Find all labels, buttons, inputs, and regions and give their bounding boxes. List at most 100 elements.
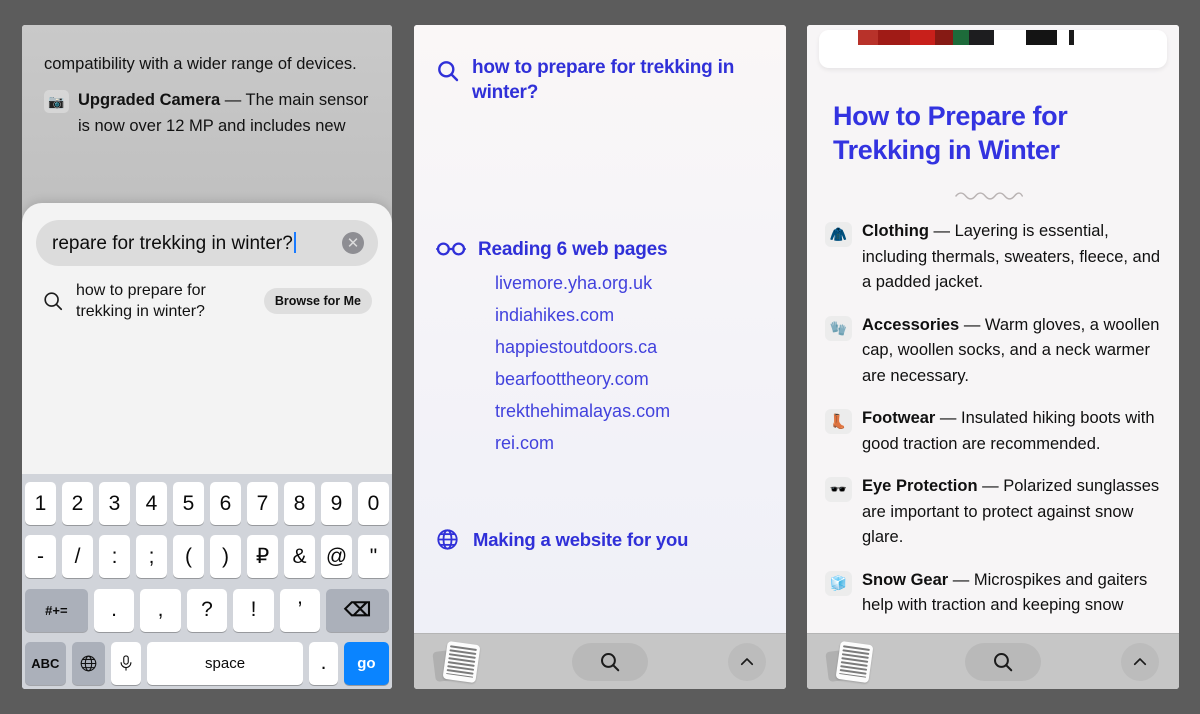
article-list: 🧥 Clothing — Layering is essential, incl… bbox=[807, 219, 1179, 619]
list-item-dash: — bbox=[959, 315, 985, 334]
onscreen-keyboard: 1 2 3 4 5 6 7 8 9 0 - / : ; ( ) ₽ & @ " … bbox=[22, 474, 392, 689]
key-apostrophe[interactable]: ’ bbox=[279, 588, 321, 632]
search-icon[interactable] bbox=[965, 642, 1041, 681]
search-suggestion-row[interactable]: how to prepare for trekking in winter? B… bbox=[36, 266, 378, 322]
key-exclamation[interactable]: ! bbox=[233, 588, 274, 632]
list-item[interactable]: bearfoottheory.com bbox=[495, 363, 764, 395]
hero-image bbox=[819, 30, 1167, 68]
query-row: how to prepare for trekking in winter? bbox=[436, 55, 764, 105]
list-item: 🧤 Accessories — Warm gloves, a woollen c… bbox=[825, 313, 1161, 390]
tabs-card-front bbox=[835, 640, 874, 683]
list-item: 👢 Footwear — Insulated hiking boots with… bbox=[825, 406, 1161, 457]
key-period-bottom[interactable]: . bbox=[309, 641, 338, 685]
list-item[interactable]: livemore.yha.org.uk bbox=[495, 267, 764, 299]
key-slash[interactable]: / bbox=[62, 535, 93, 579]
search-icon[interactable] bbox=[572, 642, 648, 681]
browse-for-me-button[interactable]: Browse for Me bbox=[263, 288, 372, 314]
url-list: livemore.yha.org.uk indiahikes.com happi… bbox=[436, 267, 764, 459]
article-body: How to Prepare for Trekking in Winter 🧥 … bbox=[807, 25, 1179, 633]
browser-toolbar bbox=[414, 633, 786, 689]
list-item[interactable]: indiahikes.com bbox=[495, 299, 764, 331]
list-item-dash: — bbox=[948, 570, 974, 589]
key-semicolon[interactable]: ; bbox=[136, 535, 167, 579]
keyboard-row-symbols: - / : ; ( ) ₽ & @ " bbox=[25, 535, 389, 579]
phone-panel-article: How to Prepare for Trekking in Winter 🧥 … bbox=[807, 25, 1179, 689]
list-item: 🕶️ Eye Protection — Polarized sunglasses… bbox=[825, 474, 1161, 551]
search-input-text: repare for trekking in winter? bbox=[52, 232, 293, 254]
key-colon[interactable]: : bbox=[99, 535, 130, 579]
key-paren-open[interactable]: ( bbox=[173, 535, 204, 579]
gloves-icon: 🧤 bbox=[825, 315, 852, 341]
boot-icon: 👢 bbox=[825, 409, 852, 434]
article-bullet-text: Upgraded Camera — The main sensor is now… bbox=[78, 87, 370, 139]
making-label: Making a website for you bbox=[473, 528, 689, 550]
list-item-text: Accessories — Warm gloves, a woollen cap… bbox=[862, 313, 1161, 390]
clear-icon[interactable]: ✕ bbox=[342, 232, 364, 254]
key-go[interactable]: go bbox=[343, 641, 389, 685]
key-ruble[interactable]: ₽ bbox=[247, 535, 278, 579]
list-item-term: Footwear bbox=[862, 409, 936, 427]
article-bullet-term: Upgraded Camera bbox=[78, 91, 221, 109]
key-hyphen[interactable]: - bbox=[25, 535, 56, 579]
list-item: 🧥 Clothing — Layering is essential, incl… bbox=[825, 219, 1161, 296]
search-input[interactable]: repare for trekking in winter? ✕ bbox=[36, 220, 378, 266]
list-item: 🧊 Snow Gear — Microspikes and gaiters he… bbox=[825, 568, 1161, 619]
search-input-value[interactable]: repare for trekking in winter? bbox=[52, 231, 342, 255]
keyboard-row-punctuation: #+= . , ? ! ’ ⌫ bbox=[24, 588, 390, 632]
phone-panel-search: compatibility with a wider range of devi… bbox=[22, 25, 392, 689]
key-0[interactable]: 0 bbox=[358, 482, 389, 525]
list-item[interactable]: happiestoutdoors.ca bbox=[495, 331, 764, 363]
list-item-term: Eye Protection bbox=[862, 477, 978, 495]
key-abc[interactable]: ABC bbox=[25, 641, 66, 685]
key-symbols-switch[interactable]: #+= bbox=[24, 588, 88, 632]
progress-body: how to prepare for trekking in winter? R… bbox=[414, 25, 786, 633]
key-space[interactable]: space bbox=[146, 641, 304, 685]
key-1[interactable]: 1 bbox=[25, 482, 56, 525]
sunglasses-icon: 🕶️ bbox=[825, 477, 852, 502]
list-item-term: Clothing bbox=[862, 222, 929, 240]
key-ampersand[interactable]: & bbox=[284, 535, 315, 579]
key-comma[interactable]: , bbox=[140, 588, 181, 632]
chevron-up-icon[interactable] bbox=[1121, 642, 1159, 681]
key-paren-close[interactable]: ) bbox=[210, 535, 241, 579]
phone-panel-progress: how to prepare for trekking in winter? R… bbox=[414, 25, 786, 689]
tabs-icon[interactable] bbox=[825, 640, 885, 683]
key-8[interactable]: 8 bbox=[284, 482, 315, 525]
text-caret bbox=[293, 231, 296, 253]
key-3[interactable]: 3 bbox=[99, 482, 130, 525]
coat-icon: 🧥 bbox=[825, 222, 852, 247]
key-quote[interactable]: " bbox=[358, 535, 389, 579]
microphone-icon[interactable] bbox=[110, 641, 141, 685]
key-4[interactable]: 4 bbox=[136, 482, 167, 525]
query-text: how to prepare for trekking in winter? bbox=[472, 57, 735, 103]
key-6[interactable]: 6 bbox=[210, 482, 241, 525]
key-7[interactable]: 7 bbox=[247, 482, 278, 525]
list-item-dash: — bbox=[935, 409, 962, 427]
list-item-term: Snow Gear bbox=[862, 570, 949, 589]
key-2[interactable]: 2 bbox=[62, 482, 93, 525]
glasses-icon bbox=[436, 240, 466, 260]
list-item-dash: — bbox=[928, 222, 955, 240]
key-at[interactable]: @ bbox=[321, 535, 352, 579]
key-9[interactable]: 9 bbox=[321, 482, 352, 525]
keyboard-row-bottom: ABC space . go bbox=[25, 641, 389, 685]
list-item[interactable]: rei.com bbox=[495, 427, 764, 459]
search-sheet: repare for trekking in winter? ✕ how to … bbox=[22, 203, 392, 493]
article-background: compatibility with a wider range of devi… bbox=[22, 25, 392, 225]
list-item-text: Snow Gear — Microspikes and gaiters help… bbox=[862, 568, 1161, 619]
list-item[interactable]: trekthehimalayas.com bbox=[495, 395, 764, 427]
key-question[interactable]: ? bbox=[186, 588, 228, 632]
camera-icon: 📷 bbox=[44, 90, 69, 113]
globe-icon[interactable] bbox=[71, 641, 105, 685]
search-icon bbox=[42, 290, 64, 312]
keyboard-row-numbers: 1 2 3 4 5 6 7 8 9 0 bbox=[25, 482, 389, 525]
hero-image-strip bbox=[819, 30, 1167, 45]
chevron-up-icon[interactable] bbox=[728, 642, 766, 681]
key-period[interactable]: . bbox=[93, 588, 135, 632]
ice-cube-icon: 🧊 bbox=[825, 570, 852, 596]
article-bullet-dash: — bbox=[220, 91, 246, 109]
key-5[interactable]: 5 bbox=[173, 482, 204, 525]
backspace-icon[interactable]: ⌫ bbox=[326, 588, 390, 632]
screenshot-stage: compatibility with a wider range of devi… bbox=[0, 0, 1200, 714]
tabs-icon[interactable] bbox=[432, 640, 492, 683]
